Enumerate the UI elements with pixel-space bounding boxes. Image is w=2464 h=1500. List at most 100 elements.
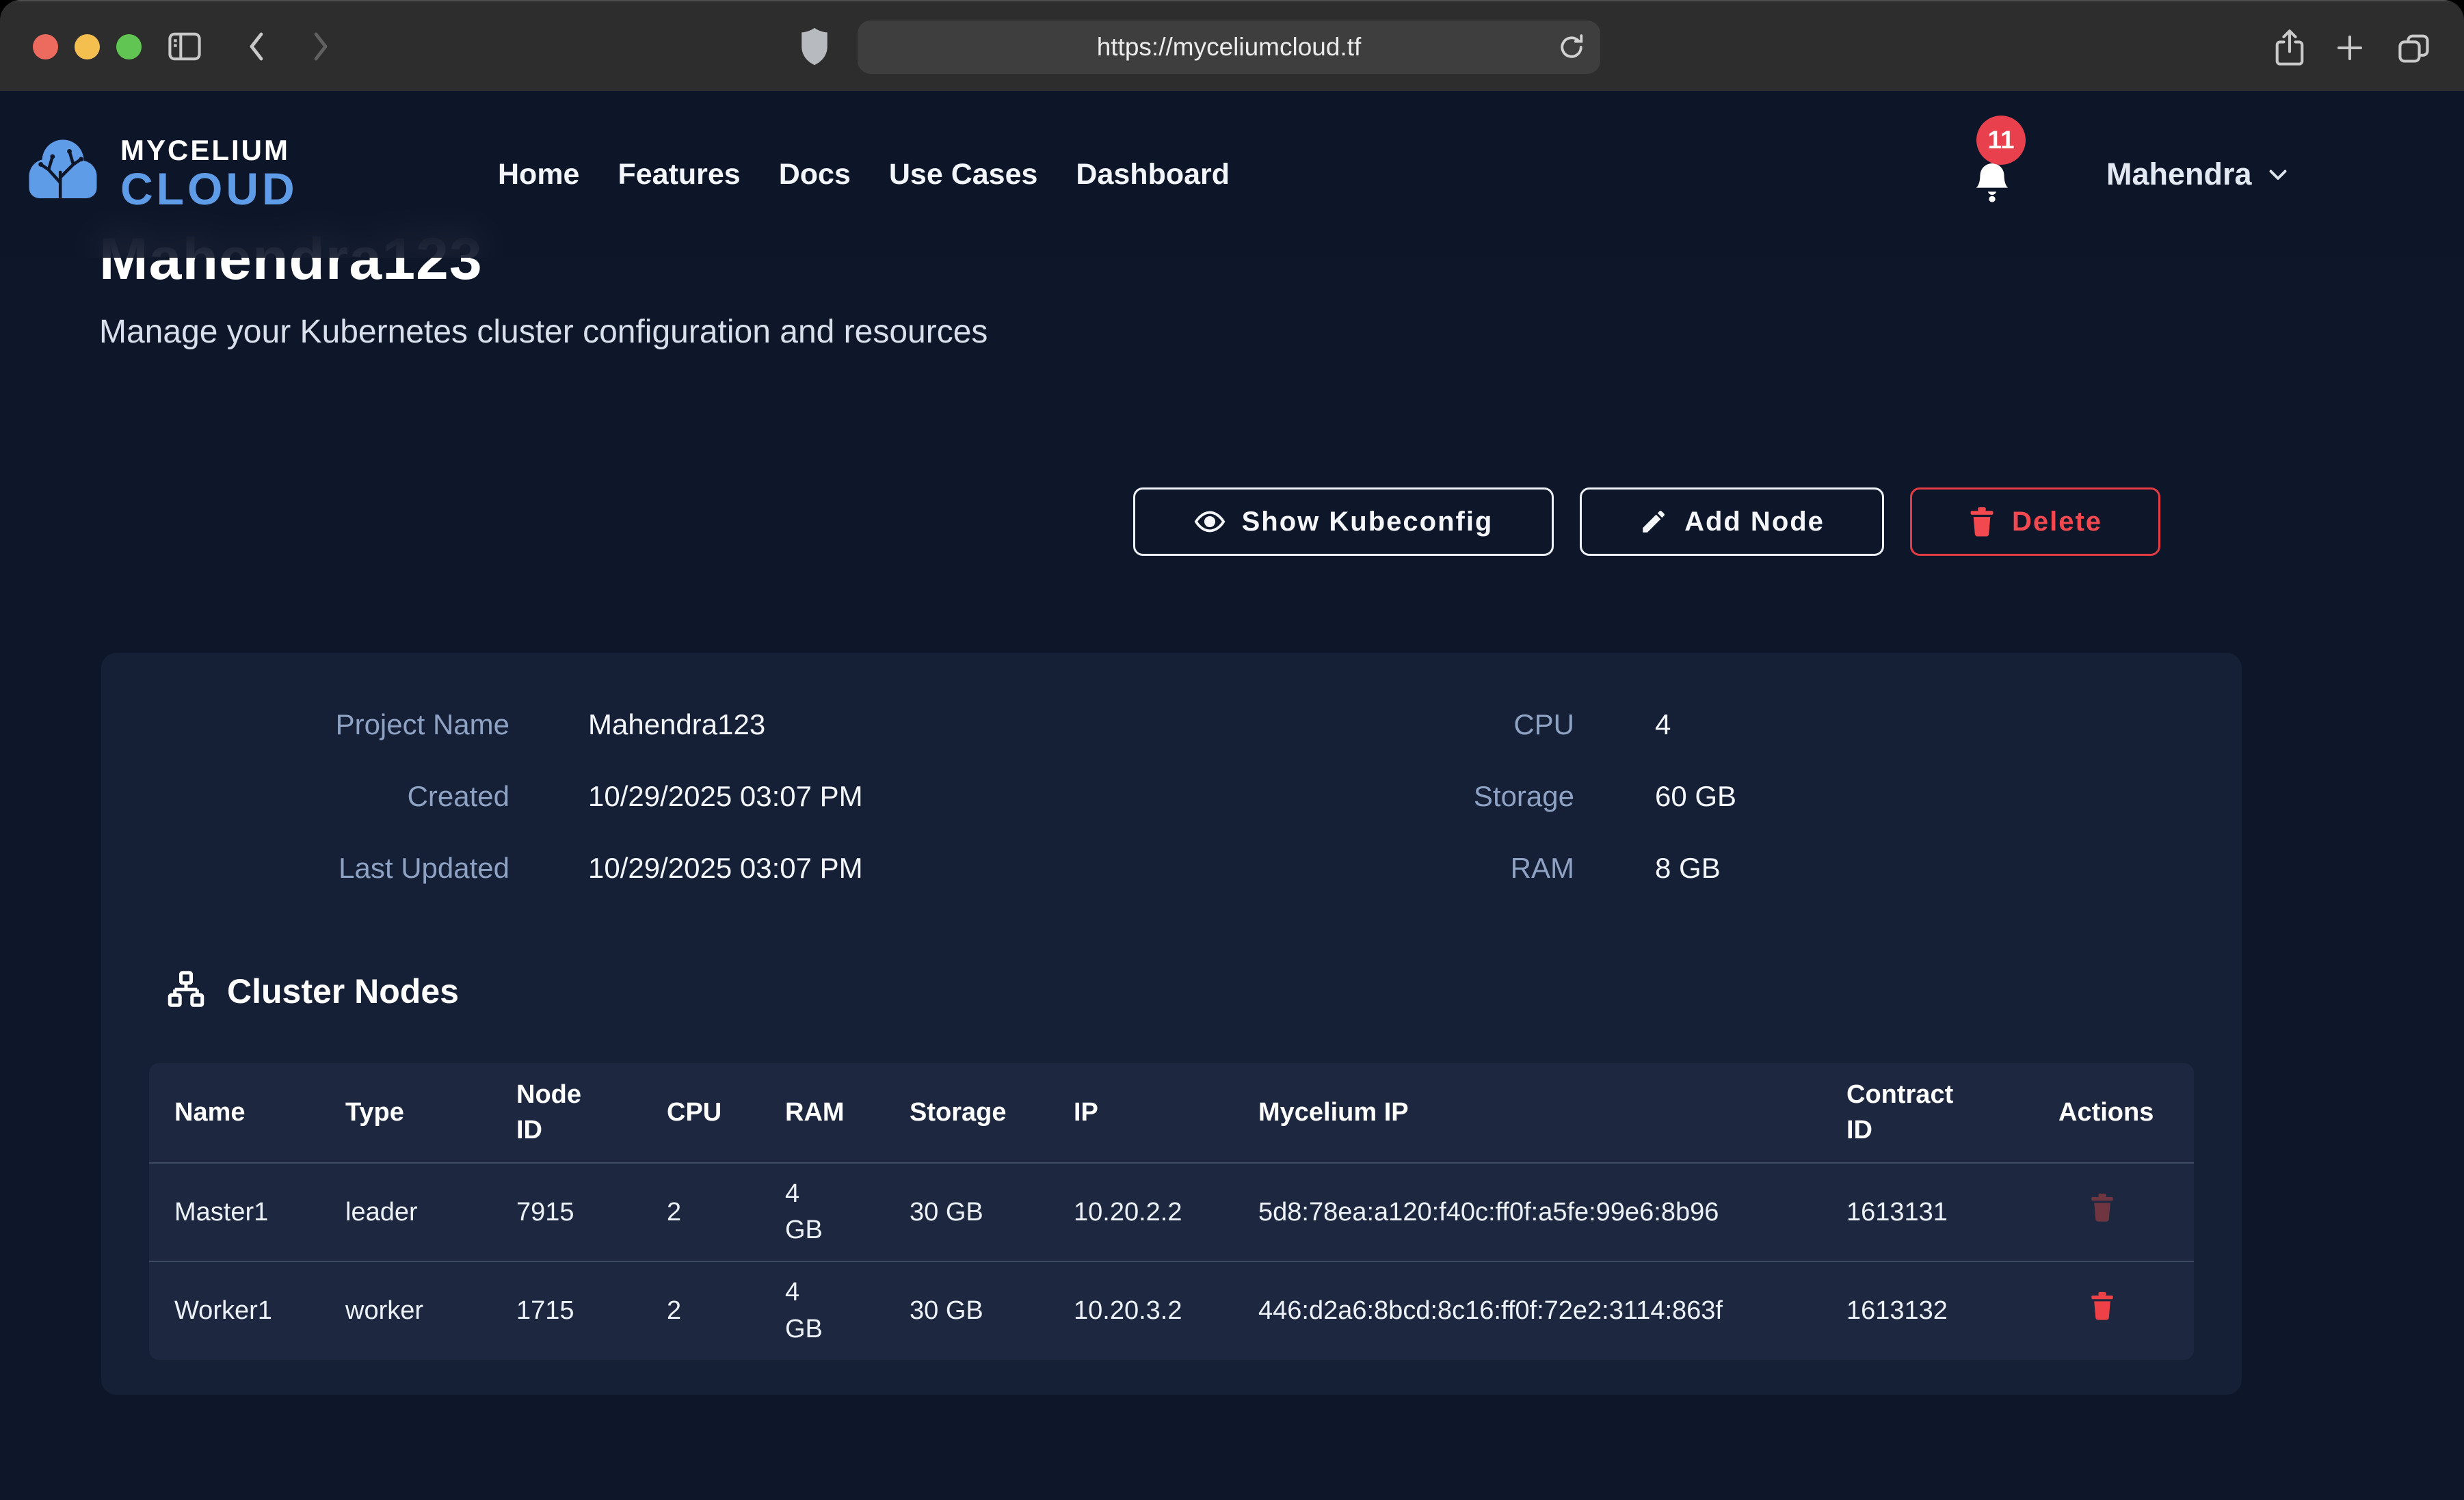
show-kubeconfig-button[interactable]: Show Kubeconfig <box>1133 487 1554 556</box>
network-nodes-icon <box>164 969 208 1013</box>
cluster-actions: Show Kubeconfig Add Node Delete <box>1133 487 2160 556</box>
nav-link-use-cases[interactable]: Use Cases <box>889 158 1038 191</box>
bell-icon <box>1971 161 2013 209</box>
new-tab-icon[interactable] <box>2332 30 2368 66</box>
nav-links: Home Features Docs Use Cases Dashboard <box>498 91 1230 258</box>
table-header-row: Name Type Node ID CPU RAM Storage IP Myc… <box>149 1063 2194 1162</box>
col-header-name: Name <box>149 1083 320 1142</box>
cell-contract-id: 1613131 <box>1821 1182 2033 1243</box>
col-header-mycelium-ip: Mycelium IP <box>1233 1083 1821 1142</box>
delete-cluster-button[interactable]: Delete <box>1910 487 2160 556</box>
cell-actions <box>2033 1278 2194 1343</box>
trash-icon <box>2089 1291 2115 1321</box>
privacy-shield-icon[interactable] <box>797 21 832 72</box>
col-header-node-id: Node ID <box>491 1065 641 1160</box>
last-updated-value: 10/29/2025 03:07 PM <box>588 847 863 889</box>
cell-type: leader <box>320 1182 491 1243</box>
nav-link-dashboard[interactable]: Dashboard <box>1076 158 1230 191</box>
url-text: https://myceliumcloud.tf <box>1097 33 1362 62</box>
back-icon[interactable] <box>241 30 274 63</box>
cell-storage: 30 GB <box>884 1182 1048 1243</box>
nav-link-features[interactable]: Features <box>618 158 740 191</box>
mycelium-cloud-logo-icon <box>21 131 105 215</box>
cell-node-id: 1715 <box>491 1281 641 1341</box>
cell-name: Worker1 <box>149 1281 320 1341</box>
page-content: Mahendra123 Manage your Kubernetes clust… <box>0 91 2464 1500</box>
address-bar[interactable]: https://myceliumcloud.tf <box>858 21 1600 74</box>
notification-count-badge: 11 <box>1976 116 2026 165</box>
created-value: 10/29/2025 03:07 PM <box>588 775 863 818</box>
forward-icon[interactable] <box>304 30 336 63</box>
tab-overview-icon[interactable] <box>2395 30 2433 66</box>
sidebar-toggle-icon[interactable] <box>164 29 205 64</box>
close-window-button[interactable] <box>33 34 58 59</box>
pencil-icon <box>1639 507 1668 536</box>
cell-actions <box>2033 1180 2194 1245</box>
storage-label: Storage <box>1387 775 1574 818</box>
zoom-window-button[interactable] <box>116 34 142 59</box>
delete-label: Delete <box>2012 507 2102 537</box>
col-header-actions: Actions <box>2033 1083 2194 1142</box>
cell-ram: 4 GB <box>760 1164 884 1261</box>
cluster-nodes-table: Name Type Node ID CPU RAM Storage IP Myc… <box>149 1063 2194 1360</box>
cell-name: Master1 <box>149 1182 320 1243</box>
nav-link-home[interactable]: Home <box>498 158 579 191</box>
cell-ram: 4 GB <box>760 1262 884 1359</box>
cpu-label: CPU <box>1387 704 1574 746</box>
user-name: Mahendra <box>2106 157 2252 192</box>
cell-mycelium-ip: 5d8:78ea:a120:f40c:ff0f:a5fe:99e6:8b96 <box>1233 1182 1821 1243</box>
cell-cpu: 2 <box>641 1281 760 1341</box>
col-header-type: Type <box>320 1083 491 1142</box>
col-header-cpu: CPU <box>641 1083 760 1142</box>
delete-node-button[interactable] <box>2089 1192 2115 1222</box>
share-icon[interactable] <box>2270 27 2309 68</box>
cluster-nodes-title: Cluster Nodes <box>227 972 459 1011</box>
table-row: Master1 leader 7915 2 4 GB 30 GB 10.20.2… <box>149 1162 2194 1261</box>
show-kubeconfig-label: Show Kubeconfig <box>1242 507 1494 537</box>
cluster-nodes-heading: Cluster Nodes <box>164 969 459 1013</box>
cell-node-id: 7915 <box>491 1182 641 1243</box>
ram-label: RAM <box>1387 847 1574 889</box>
browser-chrome: https://myceliumcloud.tf <box>0 0 2464 91</box>
cell-storage: 30 GB <box>884 1281 1048 1341</box>
user-menu[interactable]: Mahendra <box>2106 91 2290 258</box>
project-name-value: Mahendra123 <box>588 704 863 746</box>
cluster-info-values-right: 4 60 GB 8 GB <box>1655 704 1736 889</box>
add-node-label: Add Node <box>1684 507 1825 537</box>
storage-value: 60 GB <box>1655 775 1736 818</box>
cluster-info-labels-left: Project Name Created Last Updated <box>101 704 509 889</box>
cluster-info-labels-right: CPU Storage RAM <box>1387 704 1574 889</box>
project-name-label: Project Name <box>101 704 509 746</box>
cell-mycelium-ip: 446:d2a6:8bcd:8c16:ff0f:72e2:3114:863f <box>1233 1281 1821 1341</box>
reload-icon[interactable] <box>1555 31 1588 64</box>
delete-node-button[interactable] <box>2089 1291 2115 1321</box>
brand-text: MYCELIUM CLOUD <box>120 135 298 211</box>
chevron-down-icon <box>2266 162 2290 187</box>
cell-cpu: 2 <box>641 1182 760 1243</box>
cell-ip: 10.20.2.2 <box>1048 1182 1233 1243</box>
add-node-button[interactable]: Add Node <box>1580 487 1884 556</box>
browser-window: https://myceliumcloud.tf <box>0 0 2464 1500</box>
page-subtitle: Manage your Kubernetes cluster configura… <box>99 313 988 351</box>
brand-name-top: MYCELIUM <box>120 135 298 166</box>
col-header-ram: RAM <box>760 1083 884 1142</box>
minimize-window-button[interactable] <box>75 34 100 59</box>
notifications-button[interactable]: 11 <box>1967 111 2056 221</box>
window-controls <box>33 1 142 92</box>
nav-link-docs[interactable]: Docs <box>779 158 851 191</box>
cluster-details-card: Project Name Created Last Updated Mahend… <box>101 653 2242 1395</box>
col-header-storage: Storage <box>884 1083 1048 1142</box>
cpu-value: 4 <box>1655 704 1736 746</box>
cell-type: worker <box>320 1281 491 1341</box>
created-label: Created <box>101 775 509 818</box>
trash-icon <box>1968 506 1996 537</box>
table-row: Worker1 worker 1715 2 4 GB 30 GB 10.20.3… <box>149 1261 2194 1359</box>
site-navbar: MYCELIUM CLOUD Home Features Docs Use Ca… <box>0 91 2464 258</box>
last-updated-label: Last Updated <box>101 847 509 889</box>
trash-icon <box>2089 1192 2115 1222</box>
ram-value: 8 GB <box>1655 847 1736 889</box>
brand-name-bottom: CLOUD <box>120 166 298 211</box>
col-header-contract-id: Contract ID <box>1821 1065 2033 1160</box>
col-header-ip: IP <box>1048 1083 1233 1142</box>
brand-logo[interactable]: MYCELIUM CLOUD <box>21 131 298 215</box>
